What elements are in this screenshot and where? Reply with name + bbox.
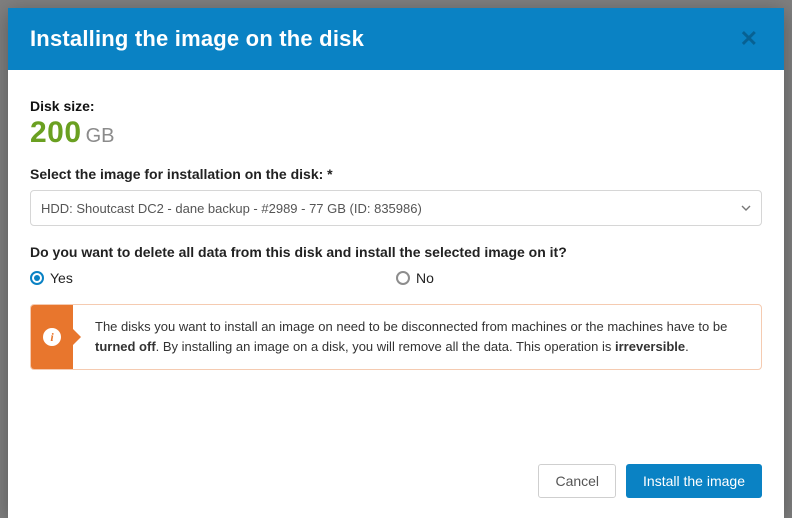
chevron-down-icon (741, 203, 751, 214)
disk-size-section: Disk size: 200GB (30, 98, 762, 148)
confirm-radio-group: Yes No (30, 270, 762, 286)
radio-no[interactable]: No (396, 270, 762, 286)
modal-header: Installing the image on the disk ✕ (8, 8, 784, 70)
install-image-button[interactable]: Install the image (626, 464, 762, 498)
radio-yes-indicator (30, 271, 44, 285)
disk-size-label: Disk size: (30, 98, 762, 114)
info-icon: i (43, 328, 61, 346)
radio-no-label: No (416, 270, 434, 286)
warning-alert: i The disks you want to install an image… (30, 304, 762, 370)
alert-text-pre: The disks you want to install an image o… (95, 319, 727, 334)
image-select-label: Select the image for installation on the… (30, 166, 762, 182)
alert-text-mid: . By installing an image on a disk, you … (156, 339, 615, 354)
alert-text-post: . (685, 339, 689, 354)
disk-size-value-row: 200GB (30, 118, 762, 148)
close-icon[interactable]: ✕ (736, 28, 762, 50)
alert-text-bold1: turned off (95, 339, 156, 354)
modal-footer: Cancel Install the image (8, 450, 784, 518)
modal-title: Installing the image on the disk (30, 26, 364, 52)
alert-text: The disks you want to install an image o… (73, 305, 761, 369)
alert-icon-box: i (31, 305, 73, 369)
image-select[interactable]: HDD: Shoutcast DC2 - dane backup - #2989… (30, 190, 762, 226)
disk-size-value: 200 (30, 116, 82, 149)
confirm-question: Do you want to delete all data from this… (30, 244, 762, 260)
alert-text-bold2: irreversible (615, 339, 685, 354)
disk-size-unit: GB (86, 125, 115, 147)
radio-no-indicator (396, 271, 410, 285)
radio-yes-label: Yes (50, 270, 73, 286)
modal-body: Disk size: 200GB Select the image for in… (8, 70, 784, 450)
image-select-value: HDD: Shoutcast DC2 - dane backup - #2989… (41, 201, 422, 216)
radio-yes[interactable]: Yes (30, 270, 396, 286)
cancel-button[interactable]: Cancel (538, 464, 616, 498)
install-image-modal: Installing the image on the disk ✕ Disk … (8, 8, 784, 518)
